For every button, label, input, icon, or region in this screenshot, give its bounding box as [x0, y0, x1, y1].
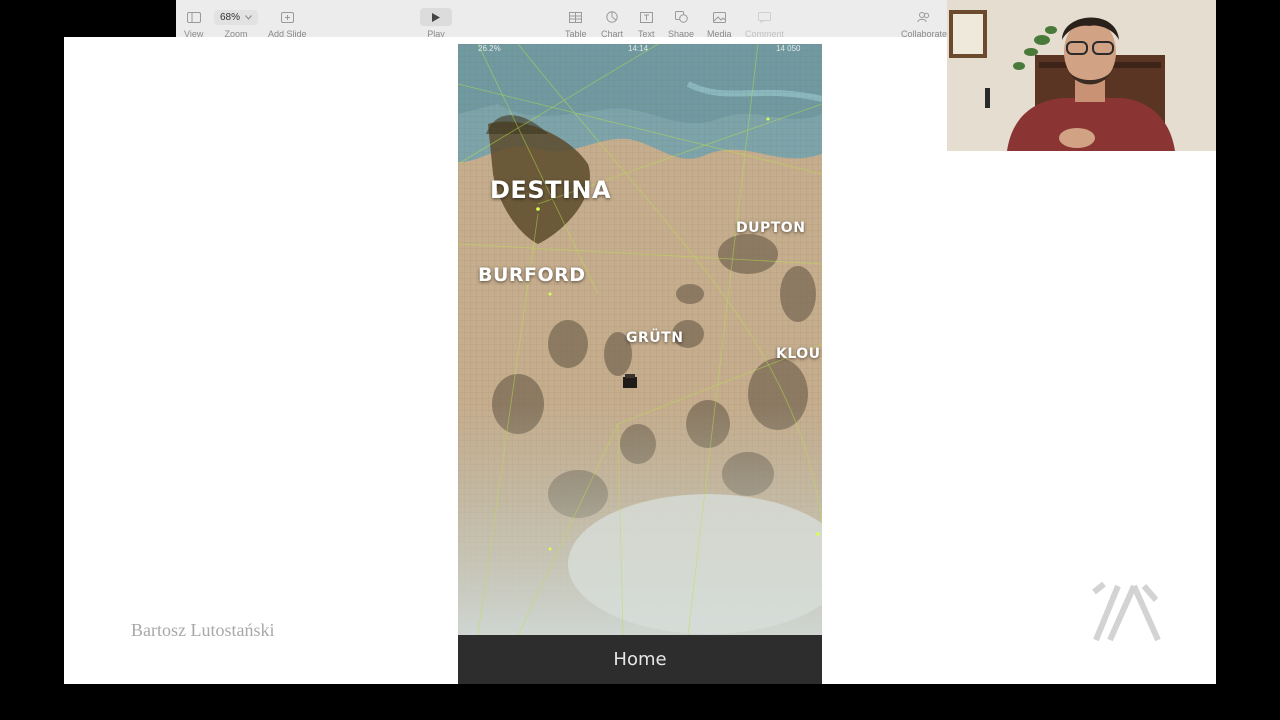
shape-icon: [674, 6, 688, 28]
toolbar-table[interactable]: Table: [565, 6, 587, 39]
zoom-value: 68%: [220, 11, 241, 23]
toolbar-play[interactable]: Play: [420, 6, 452, 39]
status-time: 14:14: [628, 44, 649, 53]
comment-icon: [758, 6, 771, 28]
map-label-grutn[interactable]: GRÜTN: [626, 330, 683, 346]
toolbar-chart[interactable]: Chart: [601, 6, 623, 39]
toolbar-zoom[interactable]: 68% Zoom: [214, 6, 259, 39]
media-icon: [712, 6, 726, 28]
toolbar-view[interactable]: View: [184, 6, 203, 39]
map-label-dupton[interactable]: DUPTON: [736, 220, 805, 236]
collaborate-icon: [917, 6, 931, 28]
status-left: 26.2%: [478, 44, 501, 53]
presenter-video: [947, 0, 1216, 151]
phone-status-bar: 26.2% 14:14 14 050: [458, 44, 822, 56]
table-icon: [569, 6, 583, 28]
toolbar-add-slide[interactable]: Add Slide: [268, 6, 307, 39]
phone-screen[interactable]: 26.2% 14:14 14 050 DESTINA DUPTON BURFOR…: [458, 44, 822, 684]
chart-icon: [606, 6, 618, 28]
text-icon: [639, 6, 653, 28]
chevron-down-icon: [245, 14, 252, 20]
toolbar-comment[interactable]: Comment: [745, 6, 784, 39]
window-background: [64, 0, 176, 37]
play-icon: [432, 12, 440, 22]
home-nav-bar[interactable]: Home: [458, 635, 822, 684]
home-title[interactable]: Home: [613, 649, 666, 670]
map-label-burford[interactable]: BURFORD: [478, 264, 586, 286]
zoom-select[interactable]: 68%: [214, 9, 259, 25]
toolbar-media[interactable]: Media: [707, 6, 732, 39]
map-label-klou[interactable]: KLOU: [776, 346, 821, 362]
ia-logo: [1092, 582, 1161, 642]
status-right: 14 050: [776, 44, 801, 53]
map-label-destina[interactable]: DESTINA: [490, 176, 611, 204]
author-name: Bartosz Lutostański: [131, 620, 275, 640]
toolbar-shape[interactable]: Shape: [668, 6, 694, 39]
add-slide-icon: [280, 6, 294, 28]
toolbar-collaborate[interactable]: Collaborate: [901, 6, 947, 39]
sidebar-icon: [186, 6, 201, 28]
presenter-webcam: [947, 0, 1216, 151]
play-button[interactable]: [420, 8, 452, 26]
toolbar-text[interactable]: Text: [638, 6, 655, 39]
